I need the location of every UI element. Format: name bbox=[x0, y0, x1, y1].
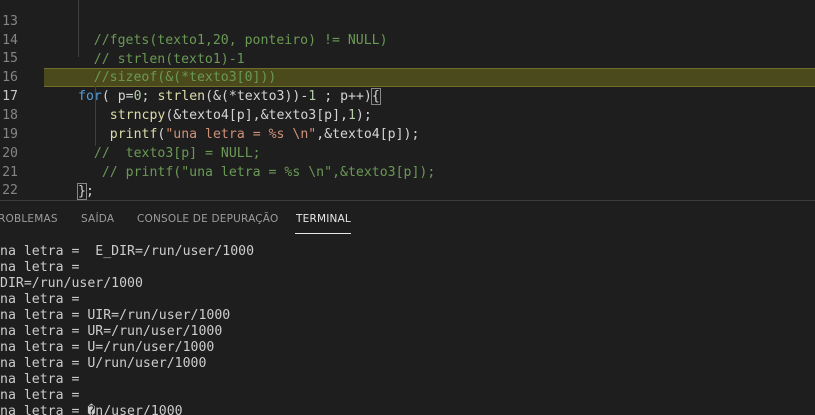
code-line: 17 strncpy(&texto4[p],&texto3[p],1); bbox=[0, 68, 815, 123]
terminal-line: na letra = bbox=[0, 292, 80, 307]
code-editor[interactable]: 13 //fgets(texto1,20, ponteiro) != NULL)… bbox=[0, 0, 815, 200]
terminal-line: na letra = U=/run/user/1000 bbox=[0, 340, 215, 355]
terminal-line: na letra = U/run/user/1000 bbox=[0, 356, 207, 371]
active-tab-indicator bbox=[295, 233, 351, 234]
terminal-line: na letra = bbox=[0, 388, 80, 403]
terminal-line: na letra = bbox=[0, 372, 80, 387]
terminal-line: na letra = UIR=/run/user/1000 bbox=[0, 308, 231, 323]
code-line: 13 //fgets(texto1,20, ponteiro) != NULL) bbox=[0, 0, 815, 48]
code-line: 14 // strlen(texto1)-1 bbox=[0, 12, 815, 67]
code-line: 23 fflush(ponteiro); bbox=[0, 181, 815, 200]
tab-output[interactable]: SAÍDA bbox=[81, 213, 114, 225]
tab-debug-console[interactable]: CONSOLE DE DEPURAÇÃO bbox=[137, 213, 278, 225]
code-line: 21 }; bbox=[0, 144, 815, 200]
terminal-line: na letra = bbox=[0, 260, 80, 275]
tab-problems[interactable]: ROBLEMAS bbox=[0, 213, 58, 225]
code-line: 22 fclose(ponteiro); bbox=[0, 162, 815, 198]
code-line: 18 printf("una letra = %s \n",&texto4[p]… bbox=[0, 87, 815, 142]
terminal-line: na letra = �n/user/1000 bbox=[0, 404, 183, 415]
terminal-line: na letra = UR=/run/user/1000 bbox=[0, 324, 223, 339]
panel-tab-bar: ROBLEMAS SAÍDA CONSOLE DE DEPURAÇÃO TERM… bbox=[0, 201, 815, 237]
terminal-output[interactable]: na letra = E_DIR=/run/user/1000 na letra… bbox=[0, 242, 815, 415]
code-line: 15 //sizeof(&(*texto3[0])) bbox=[0, 30, 815, 85]
code-line: 16 for( p=0; strlen(&(*texto3))-1 ; p++)… bbox=[0, 49, 815, 105]
terminal-line: na letra = E_DIR=/run/user/1000 bbox=[0, 244, 255, 259]
code-line: 19 // texto3[p] = NULL; bbox=[0, 106, 815, 161]
code-line: 20 // printf("una letra = %s \n",&texto3… bbox=[0, 125, 815, 180]
tab-terminal[interactable]: TERMINAL bbox=[296, 213, 351, 225]
terminal-line: DIR=/run/user/1000 bbox=[0, 276, 143, 291]
